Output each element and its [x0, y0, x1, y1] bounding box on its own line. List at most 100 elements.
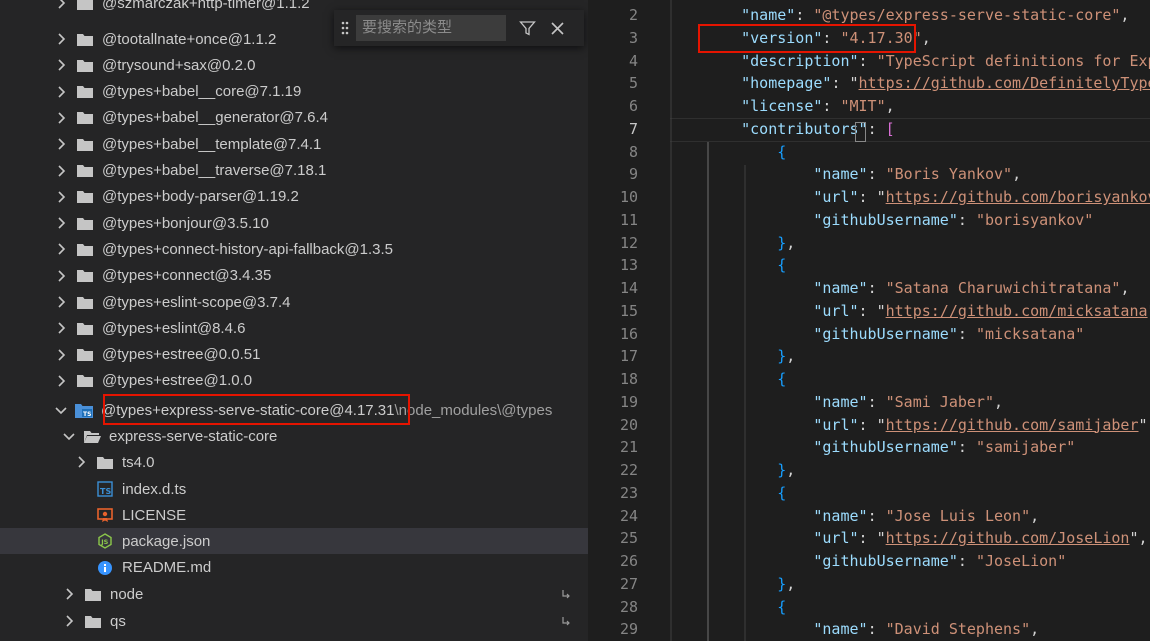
- json-link[interactable]: https://github.com/samijaber: [886, 416, 1139, 434]
- code-line: 10 "url": "https://github.com/borisyanko…: [588, 186, 1150, 209]
- tree-item-label: @types+eslint@8.4.6: [102, 319, 246, 337]
- code-text: "version": "4.17.30",: [741, 28, 931, 47]
- folder-icon: [76, 347, 94, 363]
- typescript-file-icon: TS: [96, 481, 114, 497]
- filter-icon[interactable]: [514, 15, 540, 41]
- tree-item-folder[interactable]: @types+eslint@8.4.6: [0, 315, 588, 341]
- json-string: "Jose Luis Leon": [885, 506, 1031, 525]
- tree-item-folder[interactable]: @types+eslint-scope@3.7.4: [0, 289, 588, 315]
- code-text: },: [777, 574, 796, 593]
- nodejs-file-icon: JS: [96, 533, 114, 549]
- folder-open-icon: [83, 428, 101, 444]
- tree-item-folder[interactable]: @types+babel__generator@7.6.4: [0, 105, 588, 131]
- folder-icon: [76, 31, 94, 47]
- tree-item-folder[interactable]: @types+babel__core@7.1.19: [0, 79, 588, 105]
- line-number: 4: [628, 51, 638, 70]
- folder-icon: [76, 373, 94, 389]
- folder-icon: [76, 136, 94, 152]
- find-widget: 要搜索的类型: [334, 10, 584, 46]
- tree-item-folder[interactable]: @types+babel__traverse@7.18.1: [0, 158, 588, 184]
- tree-item-label: index.d.ts: [122, 480, 187, 498]
- json-key: "url": [813, 415, 859, 434]
- json-key: "license": [741, 97, 823, 115]
- tree-item-folder[interactable]: @types+connect@3.4.35: [0, 263, 588, 289]
- json-key: "githubUsername": [813, 438, 958, 457]
- drag-grip-icon[interactable]: [334, 21, 356, 35]
- tree-item-folder[interactable]: node: [0, 581, 588, 607]
- chevron-right-icon: [54, 137, 68, 151]
- folder-icon: [76, 110, 94, 126]
- code-line: 24 "name": "Jose Luis Leon",: [588, 505, 1150, 528]
- line-number: 17: [619, 347, 638, 366]
- tree-item-folder[interactable]: @types+body-parser@1.19.2: [0, 184, 588, 210]
- tree-item-folder[interactable]: @types+bonjour@3.5.10: [0, 210, 588, 236]
- tree-item-folder[interactable]: @types+estree@1.0.0: [0, 368, 588, 394]
- tree-item-subfolder[interactable]: express-serve-static-core: [0, 423, 588, 449]
- tree-item-file[interactable]: TS index.d.ts: [0, 476, 588, 502]
- svg-text:TS: TS: [100, 487, 111, 496]
- code-text: },: [777, 347, 796, 366]
- line-number: 18: [619, 370, 638, 388]
- chevron-right-icon: [62, 614, 76, 628]
- json-string: "TypeScript definitions for Expre: [876, 51, 1150, 70]
- tree-item-label: @types+connect@3.4.35: [102, 267, 272, 285]
- tree-item-folder[interactable]: @trysound+sax@0.2.0: [0, 52, 588, 78]
- chevron-right-icon: [54, 321, 68, 335]
- folder-icon: [76, 57, 94, 73]
- tree-item-folder[interactable]: @types+connect-history-api-fallback@1.3.…: [0, 236, 588, 262]
- chevron-right-icon: [54, 242, 68, 256]
- json-link[interactable]: https://github.com/JoseLion: [886, 529, 1130, 547]
- tree-item-label: @types+bonjour@3.5.10: [102, 214, 269, 232]
- tree-item-label: @szmarczak+http-timer@1.1.2: [102, 0, 310, 12]
- code-line: 6 "license": "MIT",: [588, 95, 1150, 118]
- json-key: "githubUsername": [813, 210, 958, 229]
- line-number: 8: [628, 142, 638, 161]
- tree-item-label: qs: [110, 612, 126, 630]
- chevron-right-icon: [54, 269, 68, 283]
- chevron-right-icon: [54, 295, 68, 309]
- json-link[interactable]: https://github.com/micksatana: [886, 302, 1148, 320]
- type-search-input[interactable]: 要搜索的类型: [356, 15, 506, 41]
- tree-item-open-package[interactable]: TS @types+express-serve-static-core@4.17…: [0, 397, 588, 423]
- line-number: 28: [619, 597, 638, 616]
- tree-item-folder[interactable]: @types+babel__template@7.4.1: [0, 131, 588, 157]
- code-editor[interactable]: 2 "name": "@types/express-serve-static-c…: [588, 0, 1150, 641]
- code-line: 4 "description": "TypeScript definitions…: [588, 50, 1150, 73]
- json-string: "JoseLion": [975, 552, 1067, 570]
- code-line: 13 {: [588, 254, 1150, 277]
- code-line: 9 "name": "Boris Yankov",: [588, 163, 1150, 186]
- line-number: 23: [619, 483, 638, 502]
- chevron-right-icon: [54, 216, 68, 230]
- line-number: 27: [619, 574, 638, 593]
- explorer-panel: @szmarczak+http-timer@1.1.2 @tootallnate…: [0, 0, 588, 641]
- tree-item-folder[interactable]: qs: [0, 608, 588, 634]
- json-key: "url": [813, 529, 859, 548]
- json-link[interactable]: https://github.com/borisyankov: [886, 188, 1150, 206]
- line-number: 15: [619, 301, 638, 320]
- tree-item-folder[interactable]: @types+estree@0.0.51: [0, 342, 588, 368]
- tree-item-folder[interactable]: ts4.0: [0, 449, 588, 475]
- code-text: "contributors": [: [741, 119, 895, 138]
- tree-item-file[interactable]: LICENSE: [0, 502, 588, 528]
- json-link[interactable]: https://github.com/DefinitelyTyped/: [859, 74, 1150, 92]
- tree-item-label: @types+eslint-scope@3.7.4: [102, 293, 291, 311]
- tree-item-label: @types+babel__core@7.1.19: [102, 83, 302, 101]
- chevron-right-icon: [62, 587, 76, 601]
- code-line: 23 {: [588, 482, 1150, 505]
- code-line: 5 "homepage": "https://github.com/Defini…: [588, 72, 1150, 95]
- tree-item-file[interactable]: README.md: [0, 555, 588, 581]
- code-line: 19 "name": "Sami Jaber",: [588, 391, 1150, 414]
- code-text: {: [777, 142, 787, 161]
- tree-item-file[interactable]: JS package.json: [0, 528, 588, 554]
- code-line: 11 "githubUsername": "borisyankov": [588, 209, 1150, 232]
- close-icon[interactable]: [544, 15, 570, 41]
- tree-item-label: @types+estree@1.0.0: [102, 372, 253, 390]
- code-line: 3 "version": "4.17.30",: [588, 27, 1150, 50]
- folder-icon: [84, 613, 102, 629]
- json-key: "homepage": [741, 74, 832, 93]
- code-text: "url": "https://github.com/samijaber",: [813, 415, 1150, 434]
- json-string: "micksatana": [975, 324, 1085, 343]
